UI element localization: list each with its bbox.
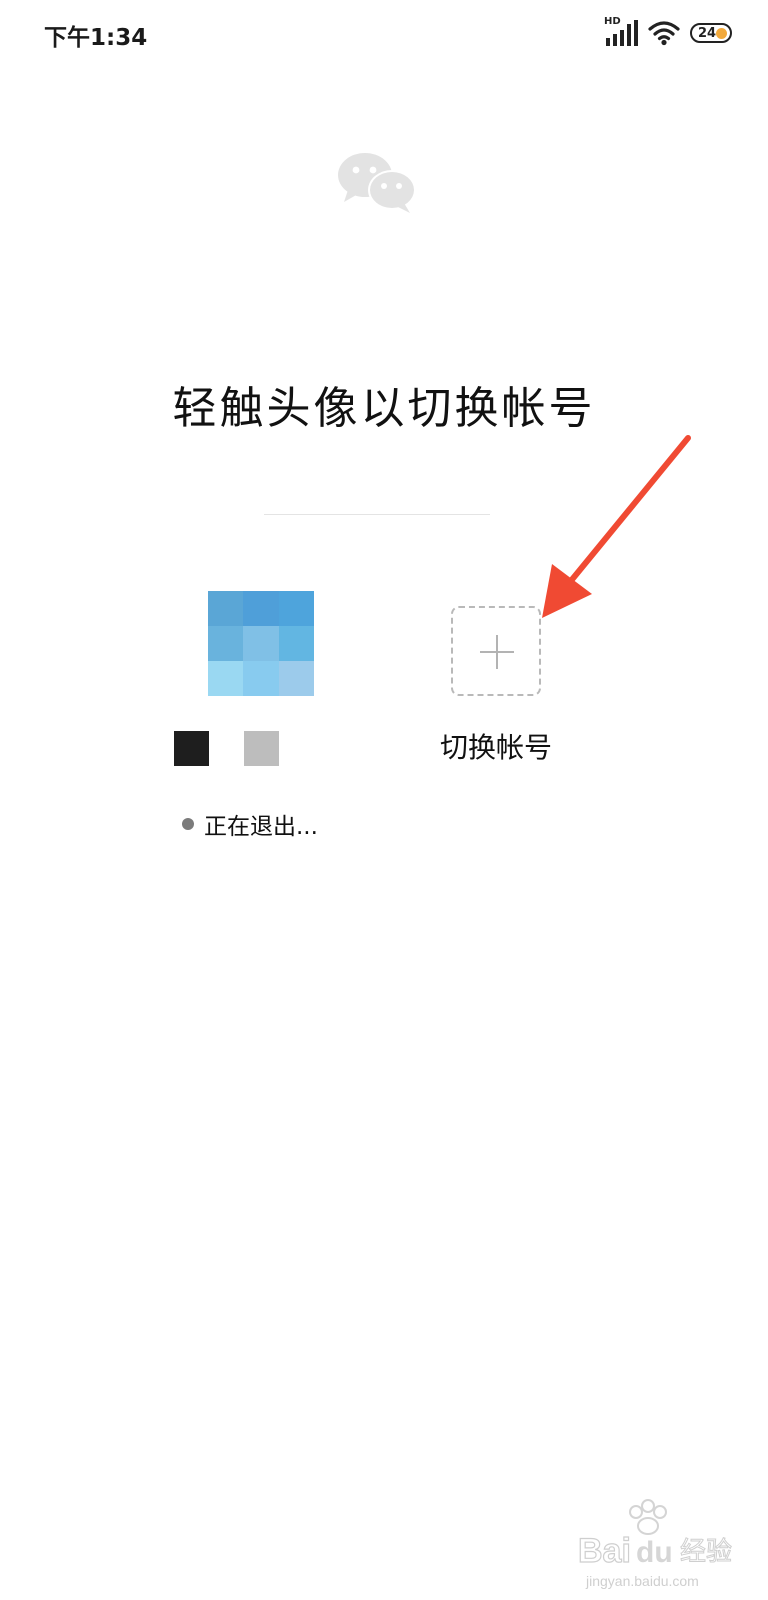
- add-account-button[interactable]: [451, 606, 541, 696]
- switch-account-label[interactable]: 切换帐号: [396, 726, 596, 766]
- avatar-tile: [208, 591, 244, 626]
- status-time: 下午1:34: [44, 25, 148, 51]
- avatar-tile: [208, 661, 244, 696]
- avatar-tile: [278, 661, 314, 696]
- divider: [264, 514, 490, 515]
- avatar-tile: [278, 591, 314, 626]
- svg-text:du: du: [636, 1536, 673, 1569]
- avatar-tile: [243, 661, 279, 696]
- battery-level: 24: [698, 25, 717, 41]
- svg-text:jingyan.baidu.com: jingyan.baidu.com: [585, 1573, 699, 1589]
- avatar-tile: [243, 626, 279, 661]
- avatar-tile: [278, 626, 314, 661]
- page-title: 轻触头像以切换帐号: [172, 383, 596, 434]
- current-account-avatar[interactable]: [208, 591, 314, 696]
- battery-charge-dot: [716, 28, 727, 39]
- status-bar: 下午1:34 HD 24: [0, 0, 768, 70]
- hd-signal-icon: HD: [604, 16, 638, 48]
- red-arrow-icon: [542, 435, 691, 618]
- wifi-icon: [648, 21, 680, 46]
- avatar-tile: [208, 626, 244, 661]
- svg-text:Bai: Bai: [578, 1532, 631, 1570]
- status-icons: HD 24: [604, 16, 732, 50]
- plus-icon: [480, 635, 514, 669]
- account-name-redacted-block: [174, 731, 209, 766]
- account-name-redacted-block: [244, 731, 279, 766]
- logout-status-text: 正在退出...: [204, 814, 318, 840]
- baidu-jingyan-watermark: Bai du 经验 jingyan.baidu.com: [577, 1499, 733, 1589]
- status-dot-icon: [182, 818, 194, 830]
- logout-status: 正在退出...: [182, 808, 318, 840]
- wechat-logo-icon: [338, 153, 416, 213]
- battery-icon: 24: [690, 23, 732, 43]
- svg-text:经验: 经验: [680, 1537, 732, 1567]
- avatar-tile: [243, 591, 279, 626]
